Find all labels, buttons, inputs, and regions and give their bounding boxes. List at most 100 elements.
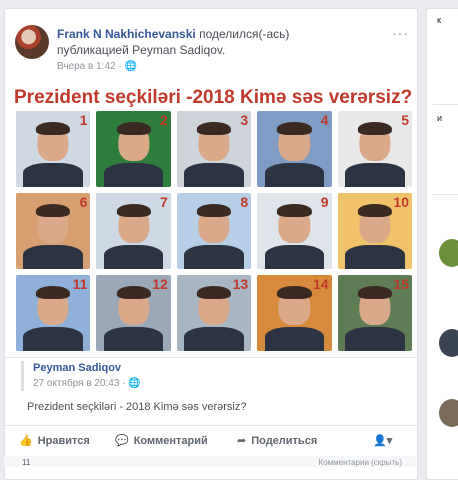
suit-shape [184,162,244,187]
original-meta: 27 октября в 20:43 · 🌐 [33,378,141,389]
candidate-photo: 3 [176,111,252,187]
candidate-number: 6 [79,194,88,210]
candidate-number: 1 [79,112,88,128]
candidate-number: 12 [152,276,168,292]
candidate-number: 8 [240,194,249,210]
candidate-photo: 2 [96,111,171,187]
original-time[interactable]: 27 октября в 20:43 · [33,378,128,389]
candidate-photo: 15 [337,275,412,351]
candidate-number: 15 [393,276,409,292]
post-time[interactable]: Вчера в 1:42 · [57,61,124,72]
suit-shape [23,244,83,269]
more-dots-icon[interactable]: ··· [392,25,409,41]
candidate-photo: 8 [176,193,252,269]
sidebar-divider [433,194,458,195]
reactions-count[interactable]: 11 [22,458,30,467]
candidate-photo: 5 [337,111,412,187]
author-name[interactable]: Frank N Nakhichevanski [57,27,196,41]
post-card: Frank N Nakhichevanski поделился(-ась) п… [4,8,418,480]
suit-shape [23,162,83,187]
avatar-small-icon: 👤 [373,435,387,447]
candidate-number: 4 [320,112,329,128]
sidebar-label: к [437,15,441,25]
sidebar-avatar[interactable] [439,329,458,357]
shared-label: поделился(-ась) [195,27,290,41]
hair-shape [196,285,232,300]
candidate-photo: 1 [16,111,91,187]
hair-shape [116,285,151,300]
suit-shape [264,326,325,351]
post-header: Frank N Nakhichevanski поделился(-ась) [57,27,289,41]
hair-shape [116,203,151,218]
comments-toggle[interactable]: Комментарии (скрыть) [319,458,402,467]
hair-shape [196,121,232,136]
audience-selector[interactable]: 👤▾ [373,434,392,447]
suit-shape [264,162,325,187]
suit-shape [345,326,405,351]
share-button[interactable]: ➦ Поделиться [237,434,317,447]
suit-shape [184,326,244,351]
share-icon: ➦ [237,435,247,447]
candidate-photo: 12 [96,275,171,351]
candidate-photo: 4 [257,111,332,187]
hair-shape [116,121,151,136]
post-meta: Вчера в 1:42 · 🌐 [57,61,137,72]
globe-icon: 🌐 [124,61,137,72]
comment-label: Комментарий [133,435,208,447]
candidate-photo: 10 [337,193,412,269]
quote-bar [21,361,24,391]
image-title: Prezident seçkiləri -2018 Kimə səs verər… [14,87,413,108]
sidebar-label: и [437,113,443,123]
candidate-number: 10 [393,194,409,210]
candidate-number: 9 [320,194,329,210]
hair-shape [196,203,232,218]
thumbs-up-icon: 👍 [19,435,33,447]
candidates-grid[interactable]: 1 2 3 4 5 6 7 8 9 10 11 12 13 14 15 [16,111,412,351]
hair-shape [36,285,71,300]
comment-icon: 💬 [115,435,129,447]
candidate-photo: 6 [16,193,91,269]
candidate-number: 5 [401,112,409,128]
candidate-number: 2 [160,112,168,128]
divider [5,357,417,358]
chevron-down-icon: ▾ [386,435,393,447]
suit-shape [264,244,325,269]
candidate-photo: 13 [176,275,252,351]
hair-shape [36,121,71,136]
candidate-photo: 11 [16,275,91,351]
candidate-number: 14 [313,276,329,292]
candidate-photo: 9 [257,193,332,269]
shared-publication-label[interactable]: публикацией Peyman Sadiqov. [57,43,225,57]
suit-shape [345,162,405,187]
suit-shape [184,244,244,269]
hair-shape [357,203,392,218]
right-sidebar: к и [426,8,458,480]
candidate-number: 13 [232,276,249,292]
hair-shape [357,121,392,136]
sidebar-divider [433,104,458,105]
sidebar-avatar[interactable] [439,399,458,427]
hair-shape [277,285,312,300]
candidate-photo: 14 [257,275,332,351]
original-post-text: Prezident seçkiləri - 2018 Kimə səs verə… [27,401,247,413]
suit-shape [103,244,164,269]
like-label: Нравится [37,435,90,447]
actions-divider [5,425,417,426]
hair-shape [277,121,312,136]
suit-shape [23,326,83,351]
comment-button[interactable]: 💬 Комментарий [115,434,208,447]
candidate-number: 11 [72,276,88,292]
sidebar-avatar[interactable] [439,239,458,267]
comments-strip: 11 Комментарии (скрыть) [4,456,416,467]
hair-shape [36,203,71,218]
candidate-photo: 7 [96,193,171,269]
suit-shape [103,326,164,351]
hair-shape [357,285,392,300]
globe-icon: 🌐 [128,378,141,389]
like-button[interactable]: 👍 Нравится [19,434,90,447]
candidate-number: 7 [160,194,168,210]
suit-shape [103,162,164,187]
original-author[interactable]: Peyman Sadiqov [33,362,121,374]
candidate-number: 3 [240,112,249,128]
author-avatar[interactable] [15,25,49,59]
